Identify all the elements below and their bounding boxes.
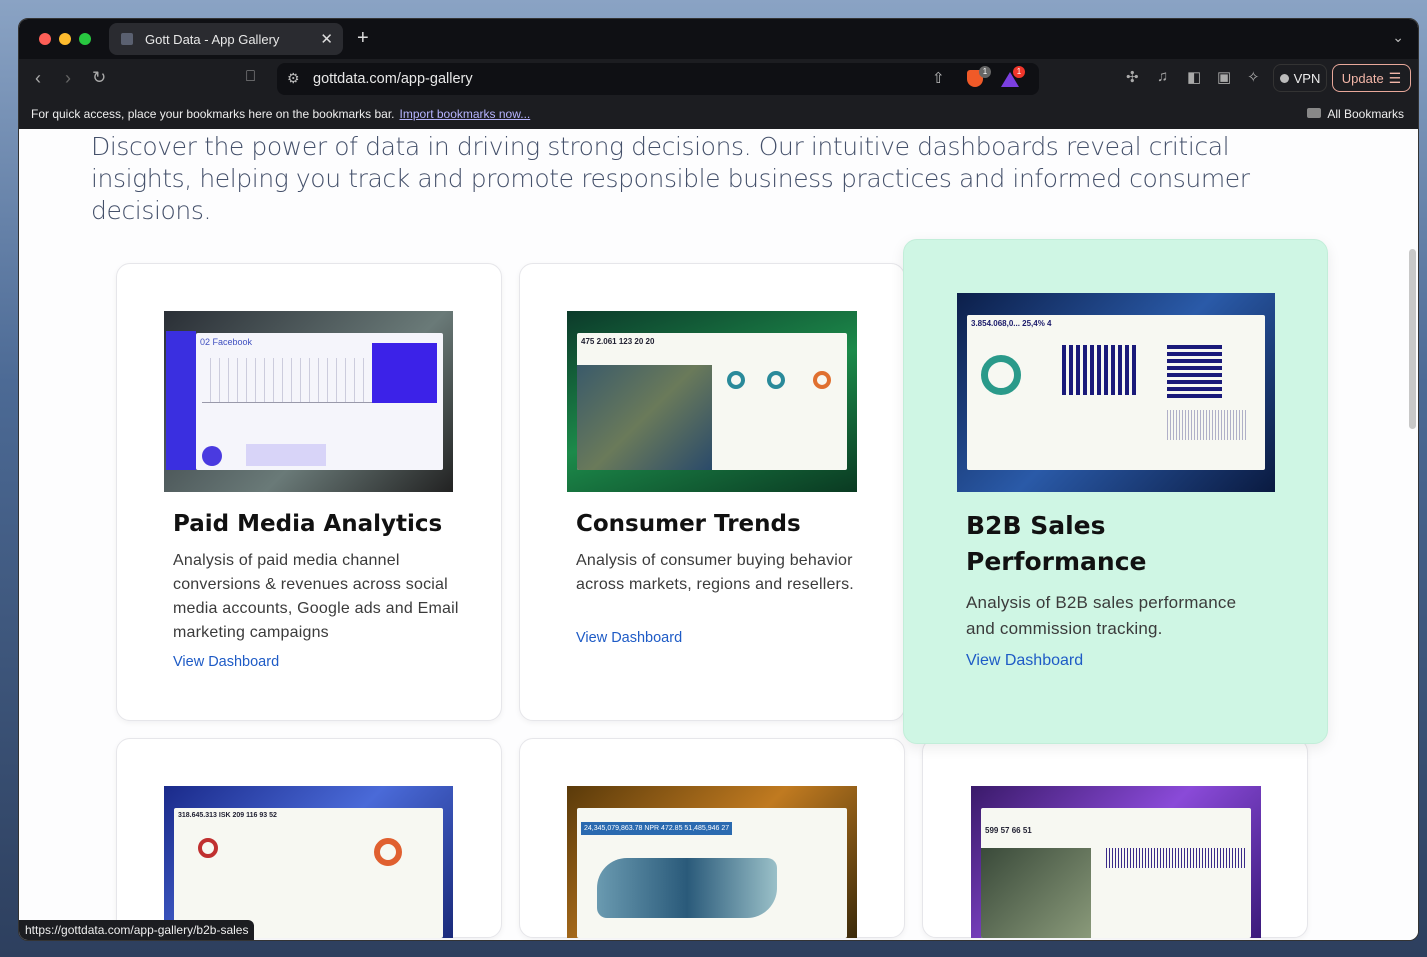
card-b2b-sales[interactable]: 3.854.068,0... 25,4% 4 B2B Sales Perform…: [903, 239, 1328, 744]
thumb-text: 24,345,079,863.78 NPR 472.85 51,485,946 …: [581, 822, 733, 835]
thumb-text: 02 Facebook: [200, 337, 253, 347]
tab-app-gallery[interactable]: Gott Data - App Gallery ✕: [109, 23, 343, 55]
view-dashboard-link[interactable]: View Dashboard: [966, 652, 1083, 670]
status-bar: https://gottdata.com/app-gallery/b2b-sal…: [19, 920, 255, 940]
shields-badge: 1: [979, 66, 991, 78]
share-icon[interactable]: ⇧: [932, 69, 945, 87]
card-title: Consumer Trends: [576, 511, 801, 537]
leo-ai-icon[interactable]: ✧: [1247, 68, 1260, 86]
dashboard-thumbnail[interactable]: 02 Facebook: [164, 311, 453, 492]
card-consumer-trends[interactable]: 475 2.061 123 20 20 Consumer Trends Anal…: [519, 263, 905, 721]
site-settings-icon[interactable]: ⚙: [287, 70, 300, 87]
bookmarks-bar: For quick access, place your bookmarks h…: [19, 99, 1418, 129]
forward-icon[interactable]: ›: [65, 68, 71, 89]
card-row2-3[interactable]: 599 57 66 51: [922, 738, 1308, 938]
media-icon[interactable]: ♫: [1157, 68, 1168, 85]
thumb-text: 318.645.313 ISK 209 116 93 52: [178, 812, 277, 819]
thumb-text: 599 57 66 51: [985, 826, 1032, 835]
card-description: Analysis of B2B sales performance and co…: [966, 593, 1237, 638]
address-bar[interactable]: ⚙ gottdata.com/app-gallery ⇧ 1 1: [277, 63, 1039, 95]
intro-text: Discover the power of data in driving st…: [91, 132, 1250, 225]
browser-window: Gott Data - App Gallery ✕ + ⌄ ‹ › ↻ ⎕ ⚙ …: [18, 18, 1419, 941]
card-title: Paid Media Analytics: [173, 511, 443, 537]
vpn-status-icon: [1279, 73, 1289, 83]
scrollbar[interactable]: [1409, 249, 1416, 429]
dashboard-thumbnail[interactable]: 599 57 66 51: [971, 786, 1261, 938]
close-window-button[interactable]: [39, 33, 51, 45]
maximize-window-button[interactable]: [79, 33, 91, 45]
update-label: Update: [1341, 70, 1384, 86]
dashboard-thumbnail[interactable]: 475 2.061 123 20 20: [567, 311, 857, 492]
folder-icon: [1307, 108, 1322, 118]
all-bookmarks-button[interactable]: All Bookmarks: [1307, 107, 1404, 121]
menu-icon: ☰: [1388, 69, 1402, 86]
favicon-icon: [121, 33, 133, 45]
card-row2-1[interactable]: 318.645.313 ISK 209 116 93 52: [116, 738, 502, 938]
update-menu-button[interactable]: Update ☰: [1332, 64, 1411, 92]
all-bookmarks-label: All Bookmarks: [1327, 107, 1404, 121]
tab-title: Gott Data - App Gallery: [145, 31, 280, 47]
thumb-text: 475 2.061 123 20 20: [581, 337, 655, 346]
view-dashboard-link[interactable]: View Dashboard: [173, 654, 279, 670]
close-tab-icon[interactable]: ✕: [320, 30, 333, 48]
thumb-text: 3.854.068,0... 25,4% 4: [971, 319, 1052, 328]
wallet-icon[interactable]: ▣: [1217, 68, 1231, 86]
toolbar: ‹ › ↻ ⎕ ⚙ gottdata.com/app-gallery ⇧ 1 1…: [19, 59, 1418, 99]
url-text: gottdata.com/app-gallery: [313, 71, 473, 87]
view-dashboard-link[interactable]: View Dashboard: [576, 630, 682, 646]
rewards-badge: 1: [1013, 66, 1025, 78]
vpn-label: VPN: [1293, 70, 1321, 86]
dashboard-thumbnail[interactable]: 3.854.068,0... 25,4% 4: [957, 293, 1275, 492]
bookmarks-prompt: For quick access, place your bookmarks h…: [31, 107, 395, 121]
sidebar-icon[interactable]: ◧: [1187, 68, 1201, 86]
back-icon[interactable]: ‹: [35, 68, 41, 89]
card-description: Analysis of consumer buying behavior acr…: [576, 552, 854, 593]
page-content: Discover the power of data in driving st…: [19, 129, 1418, 940]
bookmark-icon[interactable]: ⎕: [246, 68, 255, 85]
card-row2-2[interactable]: 24,345,079,863.78 NPR 472.85 51,485,946 …: [519, 738, 905, 938]
tab-bar: Gott Data - App Gallery ✕ + ⌄: [19, 19, 1418, 59]
reload-icon[interactable]: ↻: [92, 68, 106, 88]
card-title: B2B Sales Performance: [966, 511, 1147, 576]
dashboard-thumbnail[interactable]: 318.645.313 ISK 209 116 93 52: [164, 786, 453, 938]
import-bookmarks-link[interactable]: Import bookmarks now...: [400, 107, 531, 121]
new-tab-icon[interactable]: +: [357, 27, 369, 50]
tab-list-chevron-icon[interactable]: ⌄: [1392, 29, 1404, 46]
card-description: Analysis of paid media channel conversio…: [173, 552, 459, 641]
minimize-window-button[interactable]: [59, 33, 71, 45]
extensions-icon[interactable]: ✣: [1126, 68, 1139, 86]
card-paid-media[interactable]: 02 Facebook Paid Media Analytics Analysi…: [116, 263, 502, 721]
vpn-button[interactable]: VPN: [1273, 64, 1327, 92]
dashboard-thumbnail[interactable]: 24,345,079,863.78 NPR 472.85 51,485,946 …: [567, 786, 857, 938]
